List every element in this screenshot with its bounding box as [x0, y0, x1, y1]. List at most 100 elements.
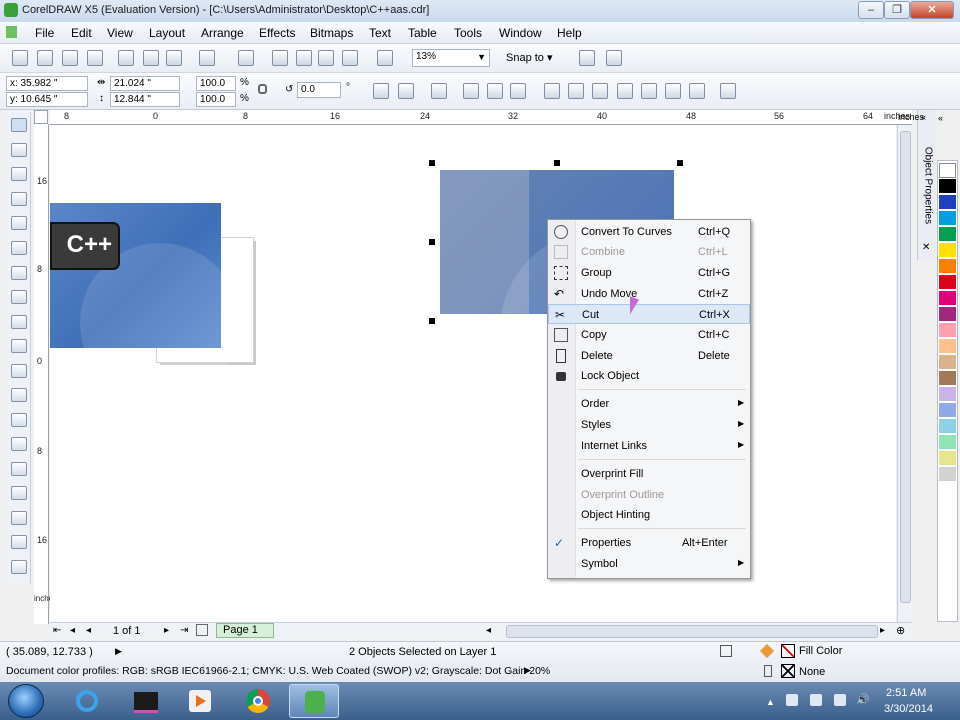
export-icon[interactable] [318, 50, 334, 66]
menu-item-copy[interactable]: Copy Ctrl+C [548, 325, 750, 345]
open-icon[interactable] [37, 50, 53, 66]
menu-item-symbol[interactable]: Symbol ▶ [548, 554, 750, 574]
ungroup-icon[interactable] [487, 83, 503, 99]
close-button[interactable]: ✕ [910, 1, 954, 19]
mirror-horizontal-icon[interactable] [373, 83, 389, 99]
tray-flag-icon[interactable] [834, 694, 846, 706]
search-content-icon[interactable] [272, 50, 288, 66]
selection-handle[interactable] [429, 239, 435, 245]
scale-y-field[interactable]: 100.0 [196, 92, 236, 107]
vertical-scrollbar[interactable] [897, 125, 912, 622]
align-distribute-icon[interactable] [720, 83, 736, 99]
polygon-tool-icon[interactable] [11, 315, 27, 329]
dimension-tool-icon[interactable] [11, 413, 27, 427]
prev-page-arrow-icon[interactable]: ◂ [86, 625, 91, 636]
menu-item-lock-object[interactable]: Lock Object [548, 366, 750, 386]
rotation-field[interactable]: 0.0 [297, 82, 341, 98]
last-page-icon[interactable]: ⇥ [180, 625, 188, 636]
menu-item-object-hinting[interactable]: Object Hinting [548, 505, 750, 525]
palette-swatch[interactable] [939, 323, 956, 338]
menu-item-delete[interactable]: Delete Delete [548, 346, 750, 366]
palette-swatch[interactable] [939, 259, 956, 274]
menu-window[interactable]: Window [499, 26, 542, 40]
color-proof-icon[interactable] [720, 645, 732, 657]
palette-swatch[interactable] [939, 435, 956, 450]
taskbar-coreldraw-button[interactable] [289, 684, 339, 718]
taskbar-media-button[interactable] [120, 684, 170, 718]
width-field[interactable]: 21.024 " [110, 76, 180, 91]
create-boundary-icon[interactable] [689, 83, 705, 99]
lock-ratio-icon[interactable] [258, 84, 267, 94]
scroll-left-icon[interactable]: ◂ [486, 625, 491, 636]
crop-tool-icon[interactable] [11, 167, 27, 181]
outline-color-swatch[interactable] [781, 664, 795, 678]
ruler-origin[interactable] [34, 110, 48, 124]
zoom-select[interactable]: 13% ▼ [412, 49, 490, 67]
docker-expand-icon[interactable]: « [938, 113, 943, 123]
tray-app-icon[interactable] [786, 694, 798, 706]
undo-icon[interactable] [199, 50, 215, 66]
palette-swatch[interactable] [939, 307, 956, 322]
menu-view[interactable]: View [107, 26, 133, 40]
fill-tool-icon[interactable] [11, 535, 27, 549]
group-objects-icon[interactable] [463, 83, 479, 99]
palette-swatch[interactable] [939, 403, 956, 418]
menu-bitmaps[interactable]: Bitmaps [310, 26, 353, 40]
selection-handle[interactable] [429, 160, 435, 166]
docker-close-icon[interactable]: ✕ [922, 242, 930, 253]
menu-edit[interactable]: Edit [71, 26, 92, 40]
menu-item-properties[interactable]: ✓ Properties Alt+Enter [548, 533, 750, 553]
import-icon[interactable] [296, 50, 312, 66]
page-tab[interactable]: Page 1 [216, 623, 274, 638]
menu-file[interactable]: File [35, 26, 54, 40]
copy-icon[interactable] [143, 50, 159, 66]
menu-tools[interactable]: Tools [454, 26, 482, 40]
shape-tool-icon[interactable] [11, 143, 27, 157]
palette-swatch[interactable] [939, 275, 956, 290]
freehand-tool-icon[interactable] [11, 216, 27, 230]
palette-swatch[interactable] [939, 179, 956, 194]
menu-help[interactable]: Help [557, 26, 582, 40]
taskbar-chrome-button[interactable] [233, 684, 283, 718]
snap-to-button[interactable]: Snap to ▾ [506, 51, 553, 64]
selection-handle[interactable] [554, 160, 560, 166]
taskbar-ie-button[interactable] [62, 684, 112, 718]
palette-swatch[interactable] [939, 451, 956, 466]
tray-expand-icon[interactable]: ▲ [766, 697, 775, 707]
palette-swatch[interactable] [939, 339, 956, 354]
menu-item-order[interactable]: Order ▶ [548, 394, 750, 414]
ruler-vertical[interactable]: 16 8 0 8 16 inches [34, 124, 57, 624]
menu-layout[interactable]: Layout [149, 26, 185, 40]
save-icon[interactable] [62, 50, 78, 66]
redo-icon[interactable] [238, 50, 254, 66]
outline-pen-tool-icon[interactable] [11, 511, 27, 525]
simplify-icon[interactable] [617, 83, 633, 99]
palette-swatch[interactable] [939, 243, 956, 258]
intersect-icon[interactable] [592, 83, 608, 99]
vertical-scroll-thumb[interactable] [900, 131, 911, 603]
ellipse-tool-icon[interactable] [11, 290, 27, 304]
palette-swatch[interactable] [939, 211, 956, 226]
palette-swatch[interactable] [939, 387, 956, 402]
cut-icon[interactable] [118, 50, 134, 66]
menu-arrange[interactable]: Arrange [201, 26, 244, 40]
menu-item-undo-move[interactable]: ↶ Undo Move Ctrl+Z [548, 284, 750, 304]
selection-handle[interactable] [677, 160, 683, 166]
interactive-fill-tool-icon[interactable] [11, 560, 27, 574]
welcome-screen-icon[interactable] [377, 50, 393, 66]
cpp-logo[interactable]: C++ [50, 222, 120, 270]
connector-tool-icon[interactable] [11, 437, 27, 451]
trim-icon[interactable] [568, 83, 584, 99]
menu-item-cut[interactable]: ✂ Cut Ctrl+X [548, 304, 750, 324]
rectangle-tool-icon[interactable] [11, 266, 27, 280]
add-page-icon[interactable] [196, 624, 208, 636]
paste-icon[interactable] [166, 50, 182, 66]
ungroup-all-icon[interactable] [510, 83, 526, 99]
menu-effects[interactable]: Effects [259, 26, 295, 40]
palette-swatch[interactable] [939, 371, 956, 386]
back-minus-front-icon[interactable] [665, 83, 681, 99]
palette-swatch[interactable] [939, 355, 956, 370]
menu-table[interactable]: Table [408, 26, 437, 40]
fill-color-swatch[interactable] [781, 644, 795, 658]
maximize-button[interactable]: ❐ [884, 1, 910, 19]
